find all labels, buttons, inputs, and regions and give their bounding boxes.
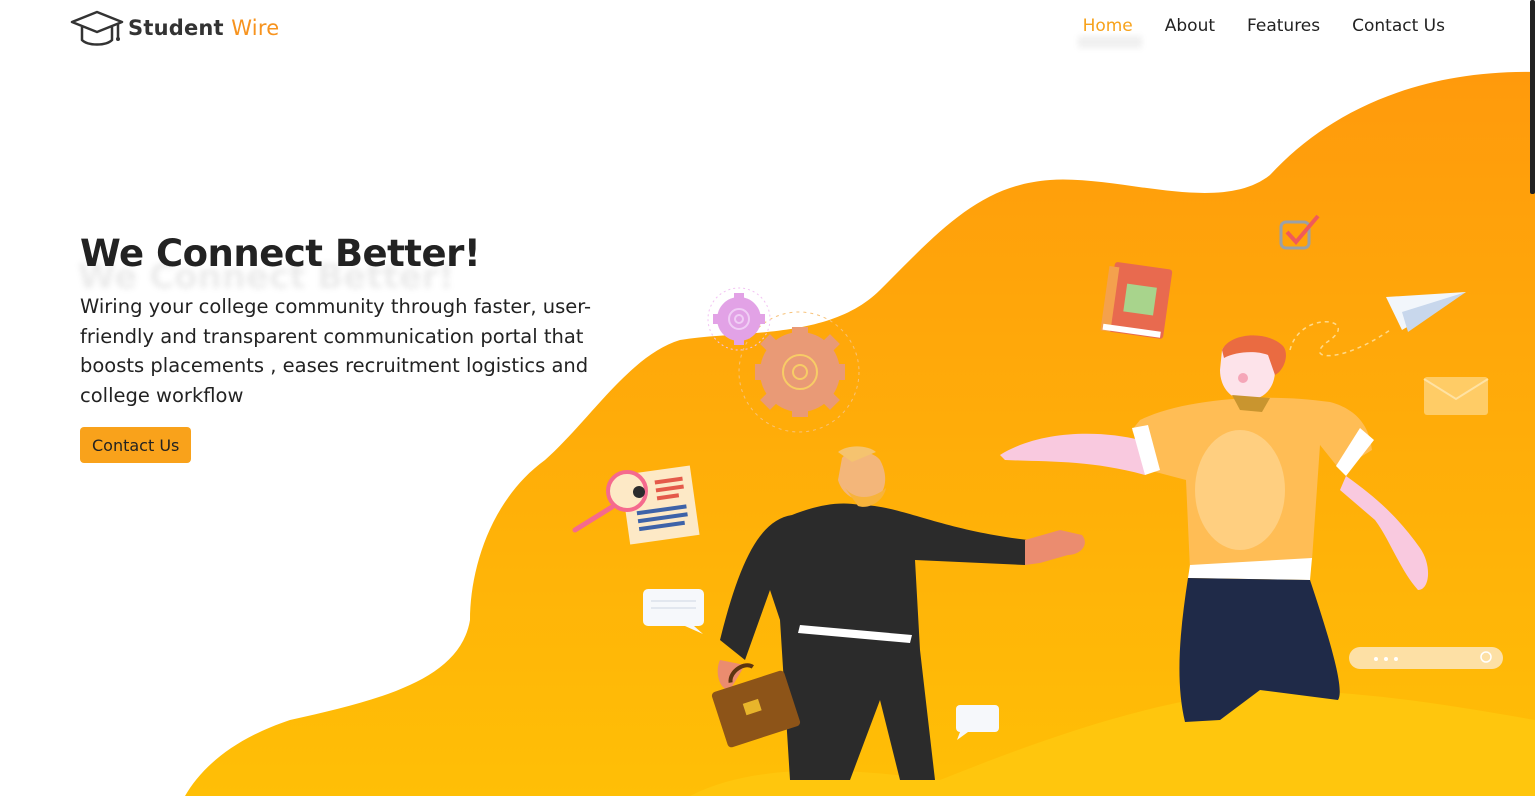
hero-title: We Connect Better! — [80, 232, 481, 275]
main-nav: Home About Features Contact Us — [1083, 16, 1445, 36]
contact-us-button[interactable]: Contact Us — [80, 427, 192, 463]
brand-name-accent: Wire — [231, 16, 280, 40]
nav-about-link[interactable]: About — [1165, 16, 1215, 36]
envelope-icon — [1423, 377, 1489, 415]
search-bar-icon — [1349, 647, 1503, 669]
brand-name-primary: Student — [128, 16, 224, 40]
brand-name: Student Wire — [128, 16, 279, 40]
brand-logo[interactable]: Student Wire — [70, 8, 279, 48]
hero-description: Wiring your college community through fa… — [80, 295, 592, 407]
book-icon — [1100, 262, 1173, 339]
scrollbar[interactable] — [1530, 0, 1535, 194]
nav-home-link[interactable]: Home — [1083, 16, 1133, 36]
nav-features-link[interactable]: Features — [1247, 16, 1320, 36]
nav-active-shadow — [1078, 36, 1142, 48]
nav-contact-link[interactable]: Contact Us — [1352, 16, 1445, 36]
graduation-cap-icon — [70, 10, 124, 46]
